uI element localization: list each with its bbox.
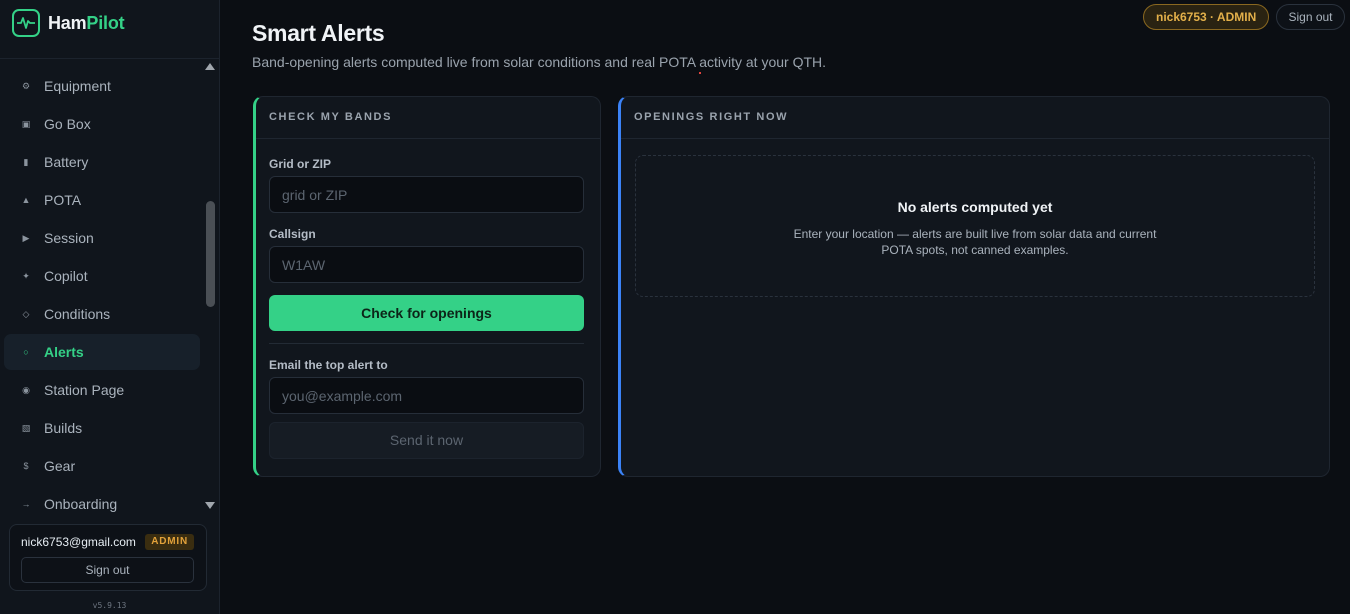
sidebar: HamPilot ⚙ Equipment ▣ Go Box ▮ Battery ▲ POTA ▶… xyxy=(0,0,220,614)
sidebar-item-station-page[interactable]: ◉ Station Page xyxy=(4,372,200,408)
sidebar-item-label: POTA xyxy=(44,192,82,208)
sidebar-item-copilot[interactable]: ✦ Copilot xyxy=(4,258,200,294)
grid-input[interactable] xyxy=(269,176,584,213)
admin-badge: ADMIN xyxy=(145,534,194,550)
check-bands-header: CHECK MY BANDS xyxy=(256,97,600,139)
sidebar-item-label: Copilot xyxy=(44,268,88,284)
play-icon: ▶ xyxy=(22,232,30,243)
empty-state: No alerts computed yet Enter your locati… xyxy=(635,155,1315,297)
gear-icon: ⚙ xyxy=(21,80,31,91)
sidebar-item-conditions[interactable]: ◇ Conditions xyxy=(4,296,200,332)
empty-state-text: Enter your location — alerts are built l… xyxy=(793,227,1157,257)
callsign-input[interactable] xyxy=(269,246,584,283)
check-openings-button[interactable]: Check for openings xyxy=(269,295,584,331)
brand-logo[interactable]: HamPilot xyxy=(12,8,125,38)
send-now-button[interactable]: Send it now xyxy=(269,422,584,459)
battery-icon: ▮ xyxy=(23,156,29,167)
check-bands-panel: CHECK MY BANDS Grid or ZIP Callsign Chec… xyxy=(253,96,601,477)
builds-icon: ▧ xyxy=(21,422,31,433)
callsign-label: Callsign xyxy=(269,227,316,241)
sidebar-item-onboarding[interactable]: → Onboarding xyxy=(4,486,200,512)
sidebar-item-go-box[interactable]: ▣ Go Box xyxy=(4,106,200,142)
openings-panel: OPENINGS RIGHT NOW No alerts computed ye… xyxy=(618,96,1330,477)
header-signout-button[interactable]: Sign out xyxy=(1276,4,1345,30)
sidebar-item-label: Equipment xyxy=(44,78,111,94)
sidebar-divider xyxy=(0,58,219,59)
sidebar-item-alerts[interactable]: ○ Alerts xyxy=(4,334,200,370)
cursor-dot xyxy=(699,72,701,74)
sparkle-icon: ✦ xyxy=(22,270,30,281)
scroll-down-arrow-icon[interactable] xyxy=(205,502,215,509)
circle-icon: ○ xyxy=(23,347,29,357)
sidebar-item-pota[interactable]: ▲ POTA xyxy=(4,182,200,218)
user-email: nick6753@gmail.com xyxy=(21,535,136,549)
sidebar-item-equipment[interactable]: ⚙ Equipment xyxy=(4,68,200,104)
sidebar-item-label: Conditions xyxy=(44,306,111,322)
triangle-icon: ▲ xyxy=(21,195,31,205)
page-title: Smart Alerts xyxy=(252,20,385,46)
sidebar-item-battery[interactable]: ▮ Battery xyxy=(4,144,200,180)
sidebar-item-builds[interactable]: ▧ Builds xyxy=(4,410,200,446)
openings-header: OPENINGS RIGHT NOW xyxy=(621,97,1329,139)
station-icon: ◉ xyxy=(22,384,30,395)
brand-name: HamPilot xyxy=(48,12,125,33)
sidebar-item-label: Go Box xyxy=(44,116,91,132)
scroll-up-arrow-icon[interactable] xyxy=(205,63,215,70)
grid-label: Grid or ZIP xyxy=(269,157,332,171)
pulse-icon xyxy=(12,9,40,37)
sidebar-item-label: Alerts xyxy=(44,344,84,360)
diamond-icon: ◇ xyxy=(22,308,30,319)
sidebar-item-label: Battery xyxy=(44,154,89,170)
user-role-badge[interactable]: nick6753 · ADMIN xyxy=(1143,4,1270,30)
empty-state-title: No alerts computed yet xyxy=(897,199,1053,215)
sidebar-item-session[interactable]: ▶ Session xyxy=(4,220,200,256)
scroll-thumb[interactable] xyxy=(206,201,215,307)
sidebar-item-label: Builds xyxy=(44,420,83,436)
page-subtitle: Band-opening alerts computed live from s… xyxy=(252,54,827,70)
sidebar-item-label: Session xyxy=(44,230,94,246)
sidebar-item-label: Gear xyxy=(44,458,76,474)
version-label: v5.9.13 xyxy=(92,601,127,610)
sidebar-item-label: Onboarding xyxy=(44,496,118,512)
sidebar-scrollbar[interactable] xyxy=(204,60,217,512)
box-icon: ▣ xyxy=(21,118,31,129)
sidebar-nav: ⚙ Equipment ▣ Go Box ▮ Battery ▲ POTA ▶ Session ✦ C… xyxy=(4,68,200,512)
sidebar-signout-button[interactable]: Sign out xyxy=(21,557,194,583)
dollar-icon: $ xyxy=(23,461,29,471)
panel-separator xyxy=(269,343,584,344)
sidebar-item-label: Station Page xyxy=(44,382,125,398)
user-card: nick6753@gmail.com ADMIN Sign out xyxy=(9,524,207,591)
email-input[interactable] xyxy=(269,377,584,414)
arrow-right-icon: → xyxy=(21,499,31,509)
sidebar-item-gear[interactable]: $ Gear xyxy=(4,448,200,484)
email-label: Email the top alert to xyxy=(269,358,388,372)
